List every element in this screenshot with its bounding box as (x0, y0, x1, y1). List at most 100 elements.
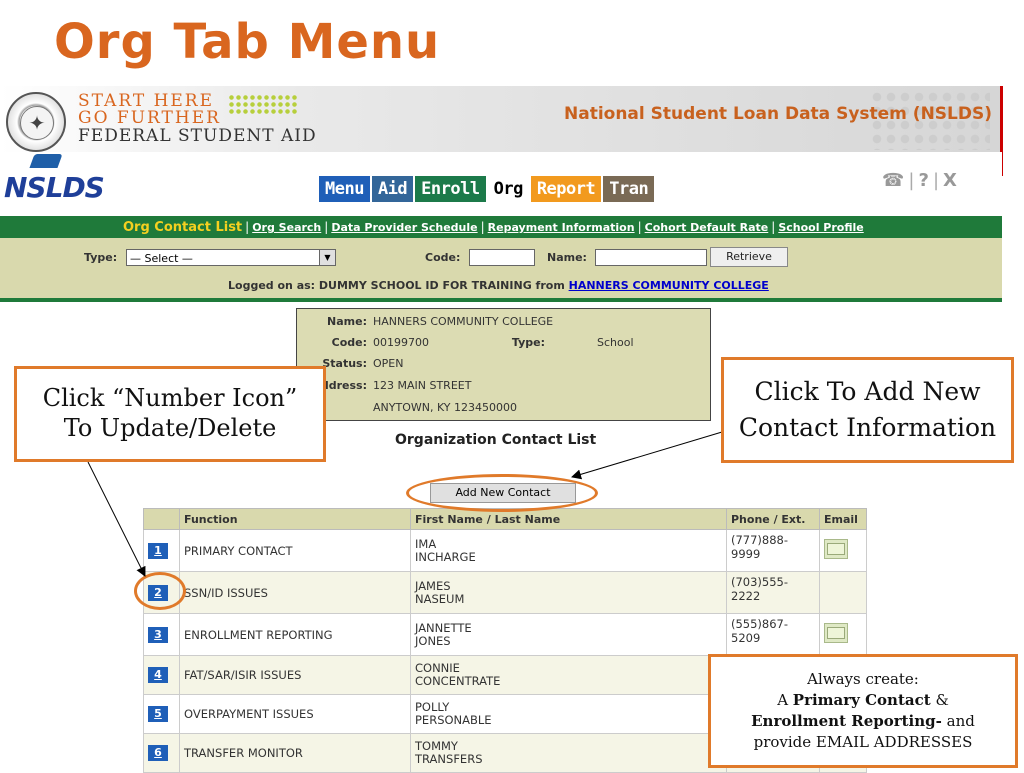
header-function: Function (179, 508, 411, 530)
school-address-2: ANYTOWN, KY 123450000 (373, 401, 517, 414)
contact-function: PRIMARY CONTACT (179, 529, 411, 572)
graduation-cap-icon (29, 154, 63, 168)
code-label: Code: (425, 251, 461, 264)
contact-number-link[interactable]: 6 (148, 745, 168, 761)
contact-last-name: TRANSFERS (415, 752, 483, 766)
contact-function: SSN/ID ISSUES (179, 571, 411, 614)
school-type-label: Type: (511, 336, 545, 349)
callout-bottom-amp: & (930, 691, 949, 709)
subnav-cohort-default-rate[interactable]: Cohort Default Rate (645, 221, 769, 234)
tab-aid[interactable]: Aid (371, 176, 414, 202)
tab-tran[interactable]: Tran (603, 176, 655, 202)
contact-first-name: JANNETTE (415, 620, 472, 635)
subnav-data-provider-schedule[interactable]: Data Provider Schedule (331, 221, 477, 234)
callout-add-new: Click To Add New Contact Information (721, 357, 1014, 463)
contact-phone: (703)555-2222 (726, 571, 820, 614)
contact-function: TRANSFER MONITOR (179, 733, 411, 773)
contact-first-name: JAMES (415, 578, 451, 593)
name-label: Name: (547, 251, 587, 264)
contact-function: OVERPAYMENT ISSUES (179, 694, 411, 734)
table-row: 3 ENROLLMENT REPORTING JANNETTE JONES (55… (143, 613, 867, 656)
callout-left-line-1: Click “Number Icon” (42, 384, 298, 412)
school-type: School (597, 336, 634, 349)
banner-line-2: GO FURTHER (78, 108, 221, 128)
contact-phone: (555)867-5209 (726, 613, 820, 656)
school-name: HANNERS COMMUNITY COLLEGE (373, 315, 554, 328)
contact-number-link[interactable]: 1 (148, 542, 168, 559)
contact-phone: (777)888-9999 (726, 529, 820, 572)
slide-title: Org Tab Menu (54, 14, 441, 70)
type-label: Type: (84, 251, 118, 264)
callout-bottom-and: and (941, 712, 975, 730)
table-row: 1 PRIMARY CONTACT IMA INCHARGE (777)888-9… (143, 529, 867, 572)
name-input[interactable] (595, 249, 707, 266)
tab-report[interactable]: Report (530, 176, 602, 202)
header-phone: Phone / Ext. (726, 508, 820, 530)
contact-last-name: CONCENTRATE (415, 674, 501, 688)
tab-menu[interactable]: Menu (319, 176, 370, 202)
header-num (143, 508, 180, 530)
table-row: 2 SSN/ID ISSUES JAMES NASEUM (703)555-222… (143, 571, 867, 614)
callout-right-line-2: Contact Information (738, 413, 997, 442)
subnav-current: Org Contact List (123, 220, 243, 235)
contact-function: FAT/SAR/ISIR ISSUES (179, 655, 411, 695)
school-status: OPEN (373, 357, 404, 370)
tab-bar: Menu Aid Enroll Org Report Tran (319, 176, 655, 202)
logged-school-link[interactable]: HANNERS COMMUNITY COLLEGE (569, 279, 769, 292)
close-icon[interactable]: X (943, 170, 957, 191)
phone-icon[interactable]: ☎ (882, 170, 904, 191)
header-email: Email (819, 508, 867, 530)
callout-right-line-1: Click To Add New (754, 377, 981, 406)
contact-last-name: NASEUM (415, 591, 465, 606)
contact-function: ENROLLMENT REPORTING (179, 613, 411, 656)
help-icon[interactable]: ? (919, 170, 929, 191)
school-info-box: Name: HANNERS COMMUNITY COLLEGE Code: 00… (296, 308, 711, 421)
arrow-to-number-icon (87, 461, 146, 577)
main-nav: NSLDS Menu Aid Enroll Org Report Tran ☎ |… (0, 152, 1002, 210)
callout-always-create: Always create: A Primary Contact & Enrol… (708, 654, 1018, 768)
logged-prefix: Logged on as: DUMMY SCHOOL ID FOR TRAINI… (228, 279, 569, 292)
callout-bottom-a: A (777, 691, 793, 709)
callout-bottom-enroll: Enrollment Reporting- (751, 712, 942, 730)
banner-line-3: FEDERAL STUDENT AID (78, 126, 317, 146)
contact-number-link[interactable]: 5 (148, 706, 168, 722)
chevron-down-icon[interactable]: ▼ (319, 250, 335, 265)
decorative-dots (228, 94, 298, 116)
school-code: 00199700 (373, 336, 429, 349)
fsa-banner: ✦ START HERE GO FURTHER FEDERAL STUDENT … (0, 86, 1002, 152)
contact-first-name: IMA (415, 536, 437, 551)
contact-last-name: JONES (415, 633, 451, 648)
org-subnav: Org Contact List | Org Search | Data Provide… (0, 216, 1002, 238)
callout-bottom-line-4: provide EMAIL ADDRESSES (753, 733, 973, 751)
dept-education-seal-icon: ✦ (6, 92, 66, 152)
contact-list-title: Organization Contact List (395, 432, 597, 448)
contact-last-name: INCHARGE (415, 549, 476, 564)
callout-bottom-line-1: Always create: (807, 670, 919, 688)
school-code-label: Code: (331, 336, 367, 349)
code-input[interactable] (469, 249, 535, 266)
utility-icons: ☎ |? | X (882, 170, 957, 191)
header-name: First Name / Last Name (410, 508, 727, 530)
email-icon[interactable] (824, 623, 848, 643)
filter-bar: Type: — Select — ▼ Code: Name: Retrieve L… (0, 238, 1002, 302)
subnav-school-profile[interactable]: School Profile (778, 221, 863, 234)
contact-number-link[interactable]: 4 (148, 667, 168, 683)
tab-enroll[interactable]: Enroll (415, 176, 486, 202)
callout-left-line-2: To Update/Delete (63, 414, 277, 442)
type-select-value: — Select — (130, 252, 193, 265)
subnav-org-search[interactable]: Org Search (252, 221, 321, 234)
contact-number-link[interactable]: 3 (148, 626, 168, 643)
type-select[interactable]: — Select — ▼ (126, 249, 336, 266)
number-icon-highlight-ring (134, 572, 186, 610)
retrieve-button[interactable]: Retrieve (710, 247, 788, 267)
nslds-logo[interactable]: NSLDS (4, 171, 105, 204)
school-name-label: Name: (327, 315, 367, 328)
system-title: National Student Loan Data System (NSLDS… (564, 104, 993, 124)
callout-update-delete: Click “Number Icon” To Update/Delete (14, 366, 326, 462)
contact-last-name: PERSONABLE (415, 713, 492, 727)
school-address-1: 123 MAIN STREET (373, 379, 472, 392)
subnav-repayment-information[interactable]: Repayment Information (488, 221, 635, 234)
email-icon[interactable] (824, 539, 848, 559)
add-contact-highlight-ring (406, 474, 598, 512)
tab-org[interactable]: Org (487, 176, 529, 202)
